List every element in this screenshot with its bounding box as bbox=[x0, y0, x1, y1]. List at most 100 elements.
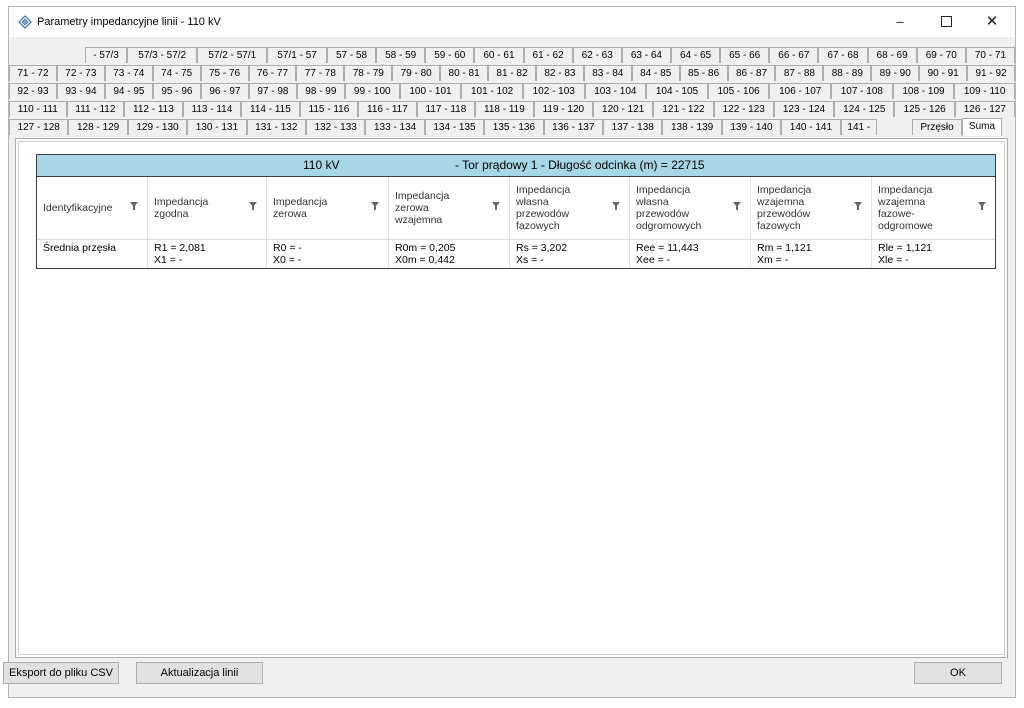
column-header-identyfikacyjne[interactable]: Identyfikacyjne bbox=[37, 177, 148, 239]
cell-wlasna-odgromowych[interactable]: Ree = 11,443 Xee = - bbox=[630, 240, 751, 268]
span-tab[interactable]: 99 - 100 bbox=[344, 83, 400, 99]
span-tab[interactable]: 106 - 107 bbox=[769, 83, 832, 99]
span-tab[interactable]: 89 - 90 bbox=[871, 65, 920, 81]
span-tab[interactable]: 57/2 - 57/1 bbox=[197, 47, 268, 63]
span-tab[interactable]: 136 - 137 bbox=[543, 119, 603, 135]
span-tab[interactable]: 83 - 84 bbox=[583, 65, 632, 81]
span-tab[interactable]: 75 - 76 bbox=[200, 65, 249, 81]
span-tab[interactable]: 126 - 127 bbox=[954, 101, 1015, 117]
span-tab[interactable]: 65 - 66 bbox=[720, 47, 770, 63]
span-tab[interactable]: 119 - 120 bbox=[533, 101, 594, 117]
span-tab[interactable]: 92 - 93 bbox=[9, 83, 57, 99]
span-tab[interactable]: 129 - 130 bbox=[127, 119, 188, 135]
span-tab[interactable]: 57 - 58 bbox=[326, 47, 377, 63]
filter-icon[interactable] bbox=[371, 202, 379, 210]
span-tab[interactable]: 77 - 78 bbox=[296, 65, 345, 81]
column-header-wlasna-odgromowych[interactable]: Impedancja własna przewodów odgromowych bbox=[630, 177, 751, 239]
span-tab[interactable]: 105 - 106 bbox=[707, 83, 770, 99]
span-tab[interactable]: 59 - 60 bbox=[425, 47, 475, 63]
cell-wzajemna-fazowe-odgromowe[interactable]: Rle = 1,121 Xle = - bbox=[872, 240, 995, 268]
table-row[interactable]: Średnia przęsła R1 = 2,081 X1 = - R0 = -… bbox=[37, 240, 995, 268]
maximize-button[interactable] bbox=[923, 7, 969, 37]
span-tab[interactable]: 93 - 94 bbox=[56, 83, 105, 99]
span-tab[interactable]: 117 - 118 bbox=[416, 101, 476, 117]
span-tab[interactable]: 133 - 134 bbox=[365, 119, 425, 135]
span-tab[interactable]: 141 - bbox=[840, 119, 877, 135]
filter-icon[interactable] bbox=[612, 202, 620, 210]
span-tab[interactable]: 127 - 128 bbox=[9, 119, 69, 135]
span-tab[interactable]: 79 - 80 bbox=[392, 65, 441, 81]
span-tab[interactable]: 138 - 139 bbox=[662, 119, 722, 135]
span-tab[interactable]: 108 - 109 bbox=[892, 83, 955, 99]
span-tab[interactable]: 90 - 91 bbox=[919, 65, 968, 81]
span-tab[interactable]: 135 - 136 bbox=[484, 119, 544, 135]
span-tab[interactable]: 58 - 59 bbox=[376, 47, 426, 63]
span-tab[interactable]: 71 - 72 bbox=[9, 65, 57, 81]
span-tab[interactable]: 67 - 68 bbox=[818, 47, 868, 63]
cell-wlasna-fazowych[interactable]: Rs = 3,202 Xs = - bbox=[510, 240, 630, 268]
span-tab[interactable]: 57/1 - 57 bbox=[267, 47, 327, 63]
span-tab[interactable]: 61 - 62 bbox=[523, 47, 573, 63]
update-line-button[interactable]: Aktualizacja linii bbox=[136, 662, 263, 684]
export-csv-button[interactable]: Eksport do pliku CSV bbox=[3, 662, 119, 684]
filter-icon[interactable] bbox=[492, 202, 500, 210]
span-tab[interactable]: 130 - 131 bbox=[187, 119, 247, 135]
span-tab[interactable]: 76 - 77 bbox=[248, 65, 297, 81]
span-tab[interactable]: 110 - 111 bbox=[9, 101, 67, 117]
span-tab[interactable]: 68 - 69 bbox=[867, 47, 917, 63]
span-tab[interactable]: 101 - 102 bbox=[461, 83, 523, 99]
span-tab[interactable]: 80 - 81 bbox=[440, 65, 489, 81]
column-header-zerowa[interactable]: Impedancja zerowa bbox=[267, 177, 389, 239]
span-tab[interactable]: 114 - 115 bbox=[241, 101, 300, 117]
span-tab[interactable]: 140 - 141 bbox=[781, 119, 841, 135]
column-header-zerowa-wzajemna[interactable]: Impedancja zerowa wzajemna bbox=[389, 177, 510, 239]
column-header-wlasna-fazowych[interactable]: Impedancja własna przewodów fazowych bbox=[510, 177, 630, 239]
cell-zerowa-wzajemna[interactable]: R0m = 0,205 X0m = 0,442 bbox=[389, 240, 510, 268]
span-tab[interactable]: 84 - 85 bbox=[631, 65, 680, 81]
span-tab[interactable]: 97 - 98 bbox=[248, 83, 297, 99]
span-tab[interactable]: 113 - 114 bbox=[182, 101, 242, 117]
span-tab[interactable]: 118 - 119 bbox=[475, 101, 534, 117]
span-tab[interactable]: 73 - 74 bbox=[104, 65, 153, 81]
span-tab[interactable]: 123 - 124 bbox=[773, 101, 835, 117]
tab-przeslo[interactable]: Przęsło bbox=[912, 119, 962, 135]
span-tab[interactable]: 100 - 101 bbox=[399, 83, 462, 99]
column-header-wzajemna-fazowe-odgromowe[interactable]: Impedancja wzajemna fazowe- odgromowe bbox=[872, 177, 995, 239]
cell-wzajemna-fazowych[interactable]: Rm = 1,121 Xm = - bbox=[751, 240, 872, 268]
span-tab[interactable]: 122 - 123 bbox=[713, 101, 774, 117]
span-tab[interactable]: 131 - 132 bbox=[246, 119, 306, 135]
filter-icon[interactable] bbox=[130, 202, 138, 210]
cell-identyfikacyjne[interactable]: Średnia przęsła bbox=[37, 240, 148, 268]
filter-icon[interactable] bbox=[249, 202, 257, 210]
filter-icon[interactable] bbox=[733, 202, 741, 210]
span-tab[interactable]: 116 - 117 bbox=[358, 101, 417, 117]
span-tab[interactable]: 139 - 140 bbox=[721, 119, 782, 135]
span-tab[interactable]: 132 - 133 bbox=[306, 119, 366, 135]
tab-suma[interactable]: Suma bbox=[962, 118, 1002, 136]
span-tab[interactable]: 121 - 122 bbox=[653, 101, 714, 117]
span-tab[interactable]: 102 - 103 bbox=[522, 83, 585, 99]
span-tab[interactable]: 57/3 - 57/2 bbox=[127, 47, 198, 63]
span-tab[interactable]: 134 - 135 bbox=[424, 119, 485, 135]
span-tab[interactable]: 86 - 87 bbox=[727, 65, 776, 81]
span-tab[interactable]: 107 - 108 bbox=[831, 83, 893, 99]
span-tab[interactable]: 62 - 63 bbox=[572, 47, 622, 63]
span-tab[interactable]: 115 - 116 bbox=[299, 101, 359, 117]
span-tab[interactable]: 125 - 126 bbox=[894, 101, 955, 117]
column-header-zgodna[interactable]: Impedancja zgodna bbox=[148, 177, 267, 239]
span-tab[interactable]: 91 - 92 bbox=[967, 65, 1015, 81]
span-tab[interactable]: 96 - 97 bbox=[200, 83, 249, 99]
minimize-button[interactable]: – bbox=[877, 7, 923, 37]
span-tab[interactable]: - 57/3 bbox=[85, 47, 128, 63]
span-tab[interactable]: 72 - 73 bbox=[56, 65, 105, 81]
ok-button[interactable]: OK bbox=[914, 662, 1002, 684]
span-tab[interactable]: 98 - 99 bbox=[296, 83, 345, 99]
span-tab[interactable]: 104 - 105 bbox=[646, 83, 708, 99]
span-tab[interactable]: 85 - 86 bbox=[679, 65, 728, 81]
cell-zgodna[interactable]: R1 = 2,081 X1 = - bbox=[148, 240, 267, 268]
span-tab[interactable]: 111 - 112 bbox=[66, 101, 125, 117]
span-tab[interactable]: 128 - 129 bbox=[68, 119, 128, 135]
span-tab[interactable]: 87 - 88 bbox=[775, 65, 824, 81]
span-tab[interactable]: 78 - 79 bbox=[344, 65, 393, 81]
span-tab[interactable]: 120 - 121 bbox=[593, 101, 654, 117]
